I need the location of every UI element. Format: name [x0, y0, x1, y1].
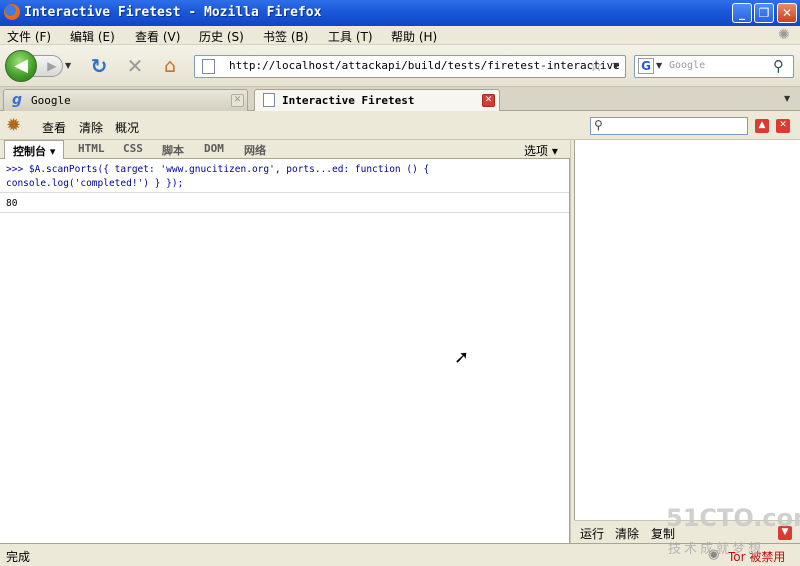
- back-arrow-icon: ◀: [14, 55, 28, 76]
- navigation-toolbar: ▶ ◀ ▼ ↻ ✕ ⌂ http://localhost/attackapi/b…: [0, 45, 800, 87]
- console-command-line: console.log('completed!') } });: [6, 178, 184, 189]
- run-button[interactable]: 运行: [580, 525, 604, 542]
- page-icon: [263, 93, 275, 107]
- close-window-button[interactable]: ✕: [777, 3, 797, 23]
- window-title: Interactive Firetest - Mozilla Firefox: [24, 5, 322, 20]
- url-text[interactable]: http://localhost/attackapi/build/tests/f…: [229, 59, 620, 72]
- clear-editor-button[interactable]: 清除: [615, 525, 639, 542]
- forward-button[interactable]: ▶: [33, 55, 63, 77]
- menu-history[interactable]: 历史 (S): [199, 28, 244, 45]
- tab-close-icon[interactable]: ✕: [482, 94, 495, 107]
- panel-tab-dom[interactable]: DOM: [204, 142, 224, 155]
- close-icon: ✕: [779, 120, 787, 130]
- menu-file[interactable]: 文件 (F): [7, 28, 51, 45]
- status-text: 完成: [6, 550, 31, 564]
- reload-icon: ↻: [90, 54, 108, 78]
- search-bar[interactable]: G ▼ Google ⚲: [634, 55, 794, 78]
- minimize-button[interactable]: _: [732, 3, 752, 23]
- tab-interactive-firetest[interactable]: Interactive Firetest ✕: [254, 89, 500, 112]
- firebug-inspect-button[interactable]: 查看: [42, 119, 66, 136]
- home-icon: ⌂: [163, 55, 177, 77]
- status-bar: 完成 ◉ Tor 被禁用: [0, 543, 800, 566]
- tab-label: Interactive Firetest: [282, 94, 415, 107]
- firebug-bug-icon[interactable]: ✹: [6, 115, 21, 136]
- chevron-up-icon: ▲: [758, 120, 766, 130]
- options-label: 选项: [524, 144, 549, 158]
- console-output-value: 80: [6, 198, 18, 209]
- stop-icon: ✕: [126, 54, 144, 78]
- firebug-search-input[interactable]: ⚲: [590, 117, 748, 135]
- firefox-logo-icon: [4, 4, 20, 20]
- restore-button[interactable]: ❐: [754, 3, 774, 23]
- menu-view[interactable]: 查看 (V): [135, 28, 180, 45]
- console-panel[interactable]: >>> $A.scanPorts({ target: 'www.gnucitiz…: [0, 159, 570, 543]
- throbber-icon: ✺: [778, 27, 790, 43]
- firebug-profile-button[interactable]: 概况: [115, 119, 139, 136]
- tor-icon: ◉: [708, 547, 720, 562]
- firebug-minimize-button[interactable]: ▲: [755, 119, 769, 133]
- magnifier-icon: ⚲: [594, 118, 603, 132]
- console-command-row: >>> $A.scanPorts({ target: 'www.gnucitiz…: [0, 159, 569, 193]
- page-icon: [202, 59, 215, 74]
- firebug-clear-button[interactable]: 清除: [79, 119, 103, 136]
- panel-tab-script[interactable]: 脚本: [162, 142, 184, 158]
- menu-bar: 文件 (F) 编辑 (E) 查看 (V) 历史 (S) 书签 (B) 工具 (T…: [0, 26, 800, 45]
- stop-button[interactable]: ✕: [124, 56, 146, 78]
- google-favicon-icon: g: [12, 92, 23, 108]
- panel-tab-console[interactable]: 控制台 ▾: [4, 140, 65, 159]
- tab-google[interactable]: g Google ✕: [3, 89, 248, 111]
- search-input[interactable]: Google: [669, 60, 705, 71]
- menu-bookmarks[interactable]: 书签 (B): [263, 28, 308, 45]
- url-dropdown-icon[interactable]: ▼: [613, 61, 619, 70]
- options-dropdown[interactable]: 选项 ▾: [524, 142, 558, 159]
- command-editor[interactable]: [574, 140, 800, 520]
- google-engine-icon[interactable]: G: [638, 58, 654, 74]
- panel-tab-html[interactable]: HTML: [78, 142, 105, 155]
- tab-list-dropdown-icon[interactable]: ▼: [784, 94, 790, 103]
- tab-close-icon[interactable]: ✕: [231, 94, 244, 107]
- back-button[interactable]: ◀: [5, 50, 37, 82]
- console-output-row: 80: [0, 193, 569, 213]
- command-editor-toolbar: 运行 清除 复制 ▼: [574, 520, 800, 543]
- editor-collapse-button[interactable]: ▼: [778, 526, 792, 540]
- tor-status-button[interactable]: Tor 被禁用: [728, 548, 785, 565]
- search-go-icon[interactable]: ⚲: [773, 57, 784, 75]
- copy-button[interactable]: 复制: [651, 525, 675, 542]
- mouse-cursor-icon: ➚: [454, 347, 470, 368]
- forward-arrow-icon: ▶: [39, 59, 57, 73]
- history-dropdown-icon[interactable]: ▼: [65, 61, 71, 70]
- url-bar[interactable]: http://localhost/attackapi/build/tests/f…: [194, 55, 626, 78]
- panel-tab-net[interactable]: 网络: [244, 142, 266, 158]
- firebug-panel-tabs: 控制台 ▾ HTML CSS 脚本 DOM 网络 选项 ▾: [0, 140, 570, 159]
- engine-dropdown-icon[interactable]: ▼: [656, 61, 662, 70]
- tab-label: Google: [31, 94, 71, 107]
- panel-tab-label: 控制台: [13, 145, 46, 158]
- home-button[interactable]: ⌂: [159, 56, 181, 78]
- menu-tools[interactable]: 工具 (T): [328, 28, 373, 45]
- chevron-down-icon: ▼: [781, 527, 789, 537]
- menu-help[interactable]: 帮助 (H): [391, 28, 437, 45]
- menu-edit[interactable]: 编辑 (E): [70, 28, 115, 45]
- reload-button[interactable]: ↻: [88, 56, 110, 78]
- title-bar: Interactive Firetest - Mozilla Firefox _…: [0, 0, 800, 26]
- bookmark-star-icon[interactable]: ☆: [589, 56, 603, 75]
- firebug-toolbar: ✹ 查看 清除 概况 ⚲ ▲ ✕: [0, 111, 800, 140]
- firebug-close-button[interactable]: ✕: [776, 119, 790, 133]
- panel-tab-css[interactable]: CSS: [123, 142, 143, 155]
- console-command-line: >>> $A.scanPorts({ target: 'www.gnucitiz…: [6, 164, 430, 175]
- tab-bar: g Google ✕ Interactive Firetest ✕ ▼: [0, 87, 800, 112]
